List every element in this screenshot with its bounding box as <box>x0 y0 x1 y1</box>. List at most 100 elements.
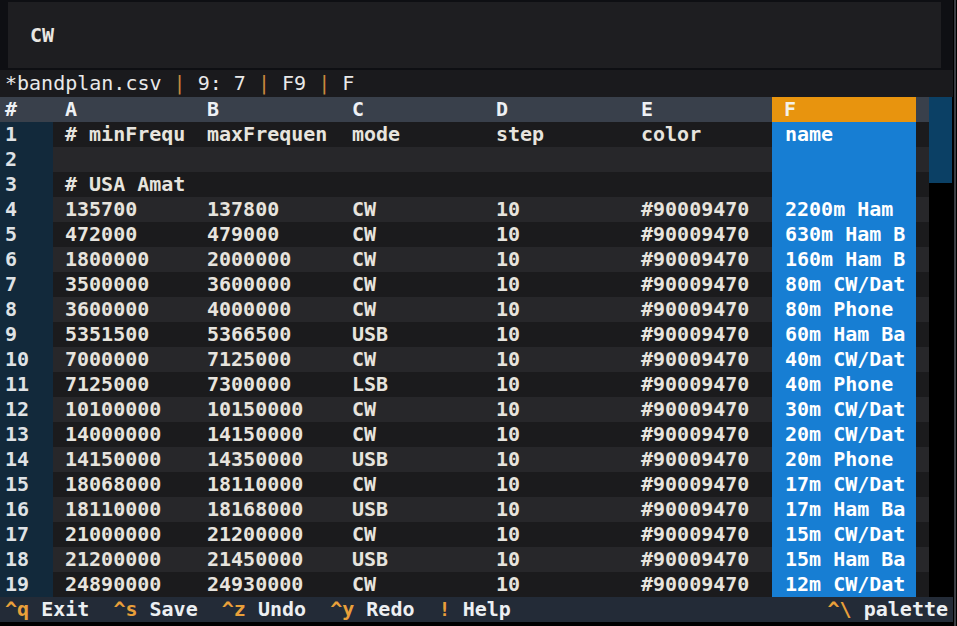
cell[interactable]: 7300000 <box>195 372 340 397</box>
cell[interactable]: 10 <box>484 397 629 422</box>
cell[interactable]: 5366500 <box>195 322 340 347</box>
cell[interactable]: #90009470 <box>629 472 772 497</box>
cell[interactable]: 10 <box>484 297 629 322</box>
cell[interactable]: 12m CW/Dat <box>772 572 916 597</box>
cell[interactable]: 472000 <box>53 222 195 247</box>
cell[interactable] <box>484 172 629 197</box>
row-number[interactable]: 4 <box>0 197 53 222</box>
cell[interactable]: 7125000 <box>53 372 195 397</box>
cell[interactable]: 4000000 <box>195 297 340 322</box>
cell[interactable]: 18168000 <box>195 497 340 522</box>
cell[interactable]: 10100000 <box>53 397 195 422</box>
shortcut-key[interactable]: ^z <box>222 597 246 621</box>
cell[interactable]: 10 <box>484 222 629 247</box>
cell[interactable]: maxFrequen <box>195 122 340 147</box>
cell[interactable]: # minFrequ <box>53 122 195 147</box>
cell[interactable]: 21450000 <box>195 547 340 572</box>
cell[interactable] <box>340 147 484 172</box>
cell[interactable]: 14150000 <box>195 422 340 447</box>
cell[interactable] <box>772 147 916 172</box>
cell[interactable]: 18110000 <box>195 472 340 497</box>
row-number[interactable]: 6 <box>0 247 53 272</box>
cell[interactable]: 10 <box>484 547 629 572</box>
cell[interactable]: #90009470 <box>629 197 772 222</box>
cell[interactable]: 21200000 <box>53 547 195 572</box>
cell[interactable]: 80m CW/Dat <box>772 272 916 297</box>
cell[interactable]: 10 <box>484 472 629 497</box>
row-number[interactable]: 8 <box>0 297 53 322</box>
cell[interactable]: 7000000 <box>53 347 195 372</box>
shortcut-key[interactable]: ^\ <box>828 597 852 621</box>
cell[interactable]: 60m Ham Ba <box>772 322 916 347</box>
cell[interactable]: CW <box>340 472 484 497</box>
cell[interactable]: 10 <box>484 347 629 372</box>
cell[interactable]: USB <box>340 497 484 522</box>
cell[interactable]: 40m Phone <box>772 372 916 397</box>
cell[interactable]: 15m Ham Ba <box>772 547 916 572</box>
cell[interactable]: 17m CW/Dat <box>772 472 916 497</box>
cell[interactable]: 10 <box>484 572 629 597</box>
cell[interactable]: 18110000 <box>53 497 195 522</box>
cell[interactable]: 10 <box>484 422 629 447</box>
cell[interactable]: 10 <box>484 247 629 272</box>
cell[interactable]: 479000 <box>195 222 340 247</box>
cell[interactable] <box>53 147 195 172</box>
cell[interactable]: 10 <box>484 497 629 522</box>
cell[interactable]: mode <box>340 122 484 147</box>
shortcut-key[interactable]: ^s <box>113 597 137 621</box>
cell[interactable]: 21000000 <box>53 522 195 547</box>
cell[interactable]: USB <box>340 322 484 347</box>
row-number[interactable]: 9 <box>0 322 53 347</box>
row-number[interactable]: 19 <box>0 572 53 597</box>
cell[interactable]: 10 <box>484 372 629 397</box>
cell[interactable]: 15m CW/Dat <box>772 522 916 547</box>
column-header-D[interactable]: D <box>484 97 629 122</box>
cell[interactable]: 3600000 <box>53 297 195 322</box>
cell[interactable]: 135700 <box>53 197 195 222</box>
cell[interactable]: CW <box>340 397 484 422</box>
cell[interactable]: 137800 <box>195 197 340 222</box>
cell[interactable]: 40m CW/Dat <box>772 347 916 372</box>
cell[interactable] <box>484 147 629 172</box>
cell[interactable] <box>772 172 916 197</box>
cell[interactable]: 5351500 <box>53 322 195 347</box>
cell[interactable]: #90009470 <box>629 247 772 272</box>
cell[interactable]: 20m CW/Dat <box>772 422 916 447</box>
row-number[interactable]: 12 <box>0 397 53 422</box>
shortcut-key[interactable]: ! <box>439 597 451 621</box>
cell[interactable]: CW <box>340 522 484 547</box>
cell[interactable]: LSB <box>340 372 484 397</box>
cell[interactable]: 14350000 <box>195 447 340 472</box>
cell[interactable]: #90009470 <box>629 372 772 397</box>
cell[interactable]: color <box>629 122 772 147</box>
row-number[interactable]: 1 <box>0 122 53 147</box>
cell[interactable] <box>629 172 772 197</box>
cell[interactable]: #90009470 <box>629 547 772 572</box>
cell[interactable]: 10 <box>484 272 629 297</box>
cell[interactable]: #90009470 <box>629 347 772 372</box>
cell[interactable]: CW <box>340 247 484 272</box>
shortcut-key[interactable]: ^y <box>330 597 354 621</box>
cell[interactable]: #90009470 <box>629 422 772 447</box>
cell[interactable]: USB <box>340 447 484 472</box>
cell[interactable]: #90009470 <box>629 272 772 297</box>
cell[interactable] <box>195 172 340 197</box>
cell[interactable]: USB <box>340 547 484 572</box>
cell[interactable]: CW <box>340 222 484 247</box>
cell[interactable]: 1800000 <box>53 247 195 272</box>
row-number[interactable]: 7 <box>0 272 53 297</box>
cell[interactable]: 10 <box>484 447 629 472</box>
cell[interactable]: CW <box>340 272 484 297</box>
cell[interactable]: #90009470 <box>629 572 772 597</box>
cell[interactable]: 630m Ham B <box>772 222 916 247</box>
cell-editor-input[interactable]: CW <box>8 2 941 68</box>
cell[interactable]: 3500000 <box>53 272 195 297</box>
cell[interactable]: name <box>772 122 916 147</box>
cell[interactable] <box>629 147 772 172</box>
cell[interactable] <box>195 147 340 172</box>
column-header-F[interactable]: F <box>772 97 916 122</box>
cell[interactable]: 2000000 <box>195 247 340 272</box>
cell[interactable]: 24890000 <box>53 572 195 597</box>
row-number[interactable]: 17 <box>0 522 53 547</box>
cell[interactable]: 10150000 <box>195 397 340 422</box>
